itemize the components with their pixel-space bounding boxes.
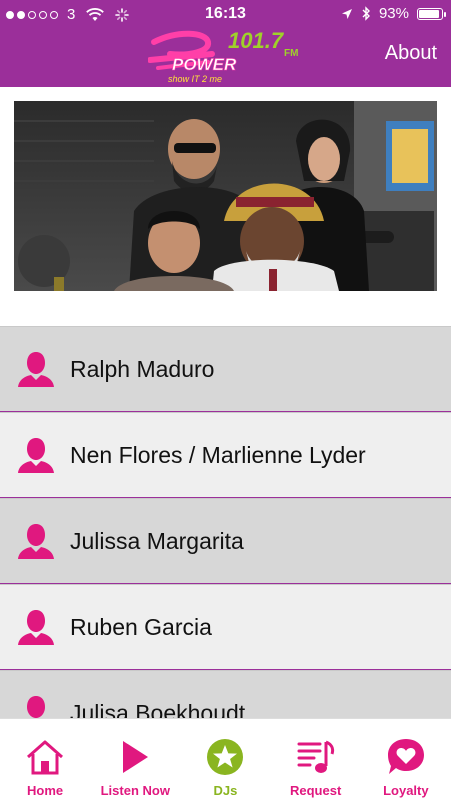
bluetooth-icon (362, 6, 370, 21)
person-icon (18, 352, 54, 387)
dj-list-item[interactable]: Nen Flores / Marlienne Lyder (0, 412, 451, 498)
dj-name: Julisa Boekhoudt (70, 699, 246, 719)
dj-list: Ralph Maduro Nen Flores / Marlienne Lyde… (0, 326, 451, 718)
dj-list-item[interactable]: Ralph Maduro (0, 326, 451, 412)
dj-list-item[interactable]: Ruben Garcia (0, 584, 451, 670)
tab-label: Home (27, 783, 64, 798)
tab-listen-now[interactable]: Listen Now (90, 719, 180, 798)
dj-name: Ruben Garcia (70, 613, 212, 640)
person-icon (18, 610, 54, 645)
logo-wordmark: POWER (172, 55, 237, 74)
status-right: 93% (341, 5, 446, 22)
tab-label: Request (290, 783, 342, 798)
tab-request[interactable]: Request (271, 719, 361, 798)
logo-fm: FM (284, 48, 298, 59)
person-icon (27, 696, 45, 718)
dj-list-item[interactable]: Julissa Margarita (0, 498, 451, 584)
dj-name: Ralph Maduro (70, 355, 215, 382)
battery-percent: 93% (378, 5, 409, 22)
tab-label: Listen Now (100, 783, 170, 798)
logo-frequency: 101.7 (228, 28, 285, 53)
app-header: 3 16:13 93% POWER 101.7 FM show IT 2 me … (0, 0, 451, 87)
tab-bar: Home Listen Now DJs Request Loyalty (0, 718, 451, 800)
status-bar: 3 16:13 93% (0, 0, 451, 28)
battery-fill (419, 9, 440, 18)
location-arrow-icon (341, 8, 352, 19)
heart-chat-icon (387, 739, 424, 774)
person-icon (18, 438, 54, 473)
home-icon (27, 740, 64, 775)
logo-tagline: show IT 2 me (168, 74, 222, 84)
music-list-icon (297, 740, 334, 773)
tab-djs[interactable]: DJs (180, 719, 270, 798)
battery-icon (417, 7, 446, 20)
djs-group-photo (14, 101, 437, 291)
dj-list-item[interactable]: Julisa Boekhoudt (0, 670, 451, 718)
dj-name: Julissa Margarita (70, 527, 244, 554)
tab-label: DJs (213, 783, 238, 798)
tab-home[interactable]: Home (0, 719, 90, 798)
photo-image (14, 101, 437, 291)
tab-label: Loyalty (383, 783, 429, 798)
star-icon (207, 739, 244, 775)
play-icon (123, 741, 149, 773)
person-icon (18, 524, 54, 559)
tab-loyalty[interactable]: Loyalty (361, 719, 451, 798)
station-logo: POWER 101.7 FM show IT 2 me (148, 28, 298, 84)
dj-name: Nen Flores / Marlienne Lyder (70, 441, 366, 468)
about-button[interactable]: About (385, 42, 437, 65)
